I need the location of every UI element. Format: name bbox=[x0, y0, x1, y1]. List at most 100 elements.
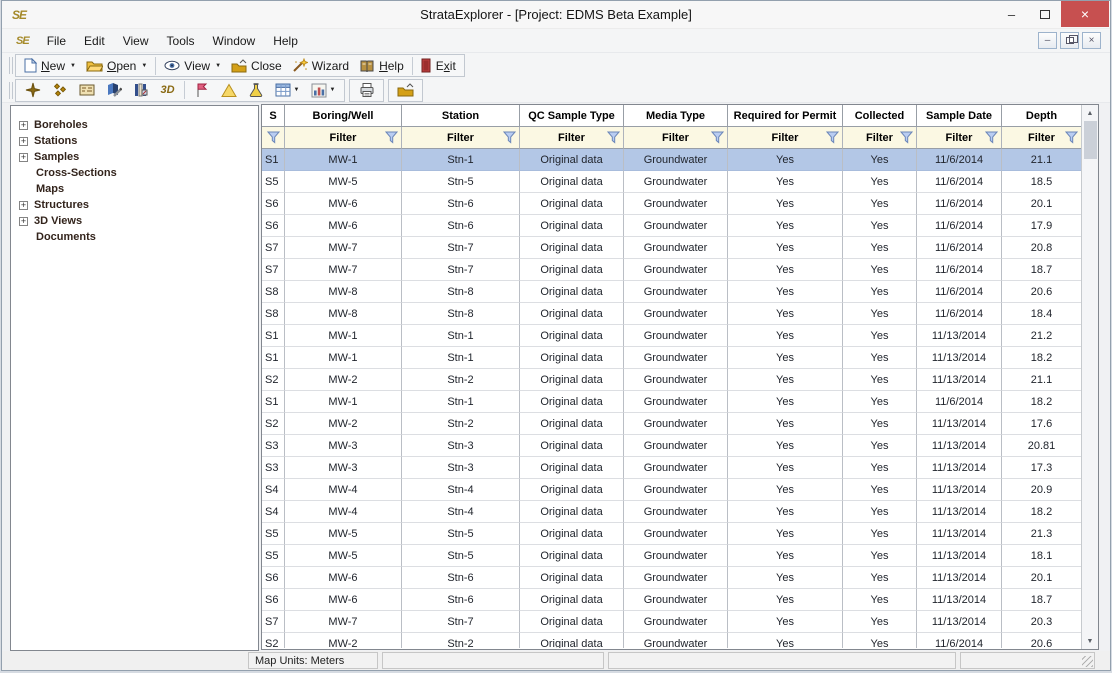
tree-item-samples[interactable]: +Samples bbox=[11, 149, 258, 165]
menu-item-window[interactable]: Window bbox=[204, 31, 265, 51]
tree-item-stations[interactable]: +Stations bbox=[11, 133, 258, 149]
expand-icon[interactable]: + bbox=[19, 217, 28, 226]
expand-icon[interactable]: + bbox=[19, 121, 28, 130]
table-row[interactable]: S5MW-5Stn-5Original dataGroundwaterYesYe… bbox=[262, 545, 1098, 567]
table-dropdown-icon[interactable]: ▼ bbox=[294, 87, 300, 93]
filter-cell-media-type[interactable]: Filter bbox=[624, 127, 728, 149]
maximize-button[interactable] bbox=[1028, 1, 1061, 27]
filter-cell-qc-sample-type[interactable]: Filter bbox=[520, 127, 624, 149]
close-project-button[interactable]: Close bbox=[226, 55, 287, 76]
table-row[interactable]: S7MW-7Stn-7Original dataGroundwaterYesYe… bbox=[262, 259, 1098, 281]
filter-funnel-icon[interactable] bbox=[385, 131, 398, 144]
tree-item-boreholes[interactable]: +Boreholes bbox=[11, 117, 258, 133]
mdi-close-button[interactable]: × bbox=[1082, 32, 1101, 49]
filter-cell-depth[interactable]: Filter bbox=[1002, 127, 1082, 149]
toolbar-grip[interactable] bbox=[9, 82, 13, 99]
table-row[interactable]: S2MW-2Stn-2Original dataGroundwaterYesYe… bbox=[262, 413, 1098, 435]
table-row[interactable]: S5MW-5Stn-5Original dataGroundwaterYesYe… bbox=[262, 523, 1098, 545]
expand-icon[interactable]: + bbox=[19, 153, 28, 162]
column-header-collected[interactable]: Collected bbox=[843, 105, 917, 127]
warning-tool-button[interactable] bbox=[215, 80, 242, 101]
column-header-required-for-permit[interactable]: Required for Permit bbox=[728, 105, 843, 127]
close-button[interactable]: × bbox=[1061, 1, 1109, 27]
filter-funnel-icon[interactable] bbox=[985, 131, 998, 144]
table-row[interactable]: S7MW-7Stn-7Original dataGroundwaterYesYe… bbox=[262, 611, 1098, 633]
table-row[interactable]: S3MW-3Stn-3Original dataGroundwaterYesYe… bbox=[262, 435, 1098, 457]
table-row[interactable]: S2MW-2Stn-2Original dataGroundwaterYesYe… bbox=[262, 369, 1098, 391]
filter-funnel-icon[interactable] bbox=[503, 131, 516, 144]
view-button[interactable]: View ▼ bbox=[159, 55, 226, 76]
filter-cell-required-for-permit[interactable]: Filter bbox=[728, 127, 843, 149]
new-dropdown-icon[interactable]: ▼ bbox=[70, 63, 76, 69]
column-header-sample-date[interactable]: Sample Date bbox=[917, 105, 1002, 127]
filter-funnel-icon[interactable] bbox=[1065, 131, 1078, 144]
table-row[interactable]: S1MW-1Stn-1Original dataGroundwaterYesYe… bbox=[262, 325, 1098, 347]
table-row[interactable]: S1MW-1Stn-1Original dataGroundwaterYesYe… bbox=[262, 347, 1098, 369]
filter-cell-s[interactable] bbox=[262, 127, 285, 149]
table-row[interactable]: S4MW-4Stn-4Original dataGroundwaterYesYe… bbox=[262, 479, 1098, 501]
column-header-depth[interactable]: Depth bbox=[1002, 105, 1082, 127]
table-row[interactable]: S4MW-4Stn-4Original dataGroundwaterYesYe… bbox=[262, 501, 1098, 523]
filter-cell-boring-well[interactable]: Filter bbox=[285, 127, 402, 149]
structures-tool-button[interactable] bbox=[127, 80, 154, 101]
new-button[interactable]: New ▼ bbox=[19, 55, 81, 76]
menu-item-view[interactable]: View bbox=[114, 31, 158, 51]
help-button[interactable]: Help bbox=[354, 55, 409, 76]
wizard-button[interactable]: Wizard bbox=[287, 55, 354, 76]
mdi-system-menu-icon[interactable]: SE bbox=[16, 35, 29, 47]
table-row[interactable]: S3MW-3Stn-3Original dataGroundwaterYesYe… bbox=[262, 457, 1098, 479]
toolbar-grip[interactable] bbox=[9, 57, 13, 74]
column-header-s[interactable]: S bbox=[262, 105, 285, 127]
table-row[interactable]: S2MW-2Stn-2Original dataGroundwaterYesYe… bbox=[262, 633, 1098, 648]
mdi-minimize-button[interactable]: – bbox=[1038, 32, 1057, 49]
view-dropdown-icon[interactable]: ▼ bbox=[215, 63, 221, 69]
samples-tool-button[interactable] bbox=[46, 80, 73, 101]
point-tool-button[interactable] bbox=[19, 80, 46, 101]
table-row[interactable]: S7MW-7Stn-7Original dataGroundwaterYesYe… bbox=[262, 237, 1098, 259]
chart-dropdown-icon[interactable]: ▼ bbox=[330, 87, 336, 93]
scroll-up-button[interactable]: ▲ bbox=[1082, 105, 1098, 121]
filter-funnel-icon[interactable] bbox=[607, 131, 620, 144]
exit-button[interactable]: Exit bbox=[416, 55, 461, 76]
flag-tool-button[interactable] bbox=[188, 80, 215, 101]
table-row[interactable]: S6MW-6Stn-6Original dataGroundwaterYesYe… bbox=[262, 193, 1098, 215]
print-button[interactable] bbox=[353, 80, 380, 101]
menu-item-edit[interactable]: Edit bbox=[75, 31, 114, 51]
tree-item-documents[interactable]: Documents bbox=[11, 229, 258, 245]
minimize-button[interactable]: – bbox=[995, 1, 1028, 27]
menu-item-tools[interactable]: Tools bbox=[158, 31, 204, 51]
scroll-down-button[interactable]: ▼ bbox=[1082, 633, 1098, 649]
menu-item-help[interactable]: Help bbox=[264, 31, 307, 51]
menu-item-file[interactable]: File bbox=[38, 31, 75, 51]
open-button[interactable]: Open ▼ bbox=[81, 55, 152, 76]
chart-view-button[interactable]: ▼ bbox=[305, 80, 341, 101]
open-dropdown-icon[interactable]: ▼ bbox=[141, 63, 147, 69]
filter-funnel-icon[interactable] bbox=[900, 131, 913, 144]
column-header-media-type[interactable]: Media Type bbox=[624, 105, 728, 127]
table-row[interactable]: S6MW-6Stn-6Original dataGroundwaterYesYe… bbox=[262, 589, 1098, 611]
resize-grip[interactable] bbox=[1082, 656, 1093, 667]
filter-funnel-icon[interactable] bbox=[711, 131, 724, 144]
flask-tool-button[interactable] bbox=[242, 80, 269, 101]
table-row[interactable]: S1MW-1Stn-1Original dataGroundwaterYesYe… bbox=[262, 149, 1098, 171]
vertical-scrollbar[interactable]: ▲ ▼ bbox=[1081, 105, 1098, 649]
tree-item-structures[interactable]: +Structures bbox=[11, 197, 258, 213]
column-header-qc-sample-type[interactable]: QC Sample Type bbox=[520, 105, 624, 127]
table-row[interactable]: S6MW-6Stn-6Original dataGroundwaterYesYe… bbox=[262, 567, 1098, 589]
tree-item-3d-views[interactable]: +3D Views bbox=[11, 213, 258, 229]
expand-icon[interactable]: + bbox=[19, 137, 28, 146]
table-view-button[interactable]: ▼ bbox=[269, 80, 305, 101]
filter-cell-station[interactable]: Filter bbox=[402, 127, 520, 149]
3d-views-tool-button[interactable]: 3D bbox=[154, 80, 181, 101]
filter-cell-sample-date[interactable]: Filter bbox=[917, 127, 1002, 149]
filter-funnel-icon[interactable] bbox=[267, 131, 280, 144]
filter-cell-collected[interactable]: Filter bbox=[843, 127, 917, 149]
mdi-restore-button[interactable] bbox=[1060, 32, 1079, 49]
tree-item-maps[interactable]: Maps bbox=[11, 181, 258, 197]
scroll-thumb[interactable] bbox=[1084, 121, 1097, 159]
column-header-boring-well[interactable]: Boring/Well bbox=[285, 105, 402, 127]
table-row[interactable]: S8MW-8Stn-8Original dataGroundwaterYesYe… bbox=[262, 281, 1098, 303]
expand-icon[interactable]: + bbox=[19, 201, 28, 210]
cross-section-tool-button[interactable] bbox=[73, 80, 100, 101]
table-row[interactable]: S6MW-6Stn-6Original dataGroundwaterYesYe… bbox=[262, 215, 1098, 237]
